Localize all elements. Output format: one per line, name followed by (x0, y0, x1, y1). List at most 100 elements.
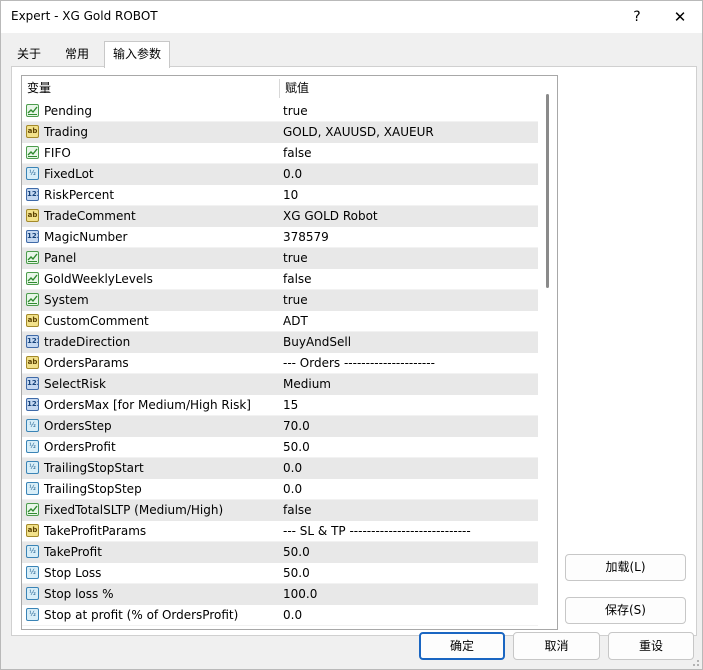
param-name: FixedTotalSLTP (Medium/High) (44, 503, 224, 517)
param-name: OrdersMax [for Medium/High Risk] (44, 398, 251, 412)
param-row[interactable]: ab Trading GOLD, XAUUSD, XAUEUR (22, 122, 538, 143)
resize-grip-icon[interactable] (690, 657, 700, 667)
param-value[interactable]: false (283, 500, 312, 521)
string-type-icon: ab (26, 524, 39, 537)
close-button[interactable]: ✕ (661, 3, 699, 31)
param-value[interactable]: 50.0 (283, 437, 310, 458)
param-name: System (44, 293, 89, 307)
param-row[interactable]: ½ Stop Loss 50.0 (22, 563, 538, 584)
string-type-icon: ab (26, 209, 39, 222)
param-name: OrdersProfit (44, 440, 116, 454)
param-name: TakeProfit (44, 545, 102, 559)
double-type-icon: ½ (26, 440, 39, 453)
param-row[interactable]: 123 tradeDirection BuyAndSell (22, 332, 538, 353)
param-value[interactable]: BuyAndSell (283, 332, 351, 353)
param-value[interactable]: 10 (283, 185, 298, 206)
param-row[interactable]: 123 SelectRisk Medium (22, 374, 538, 395)
vertical-scrollbar[interactable] (538, 76, 557, 629)
header-variable[interactable]: 变量 (22, 76, 279, 101)
param-value[interactable]: true (283, 248, 308, 269)
double-type-icon: ½ (26, 482, 39, 495)
param-row[interactable]: Pending true (22, 101, 538, 122)
save-button[interactable]: 保存(S) (565, 597, 686, 624)
param-row[interactable]: ½ OrdersStep 70.0 (22, 416, 538, 437)
boolean-type-icon (26, 251, 39, 264)
param-row[interactable]: Panel true (22, 248, 538, 269)
tab-about[interactable]: 关于 (12, 43, 46, 65)
boolean-type-icon (26, 146, 39, 159)
param-row[interactable]: FixedTotalSLTP (Medium/High) false (22, 500, 538, 521)
param-value[interactable]: 100.0 (283, 584, 317, 605)
double-type-icon: ½ (26, 461, 39, 474)
param-value[interactable]: 378579 (283, 227, 329, 248)
param-row[interactable]: ½ Stop at profit (% of OrdersProfit) 0.0 (22, 605, 538, 626)
param-row[interactable]: 123 OrdersMax [for Medium/High Risk] 15 (22, 395, 538, 416)
param-value[interactable]: --- SL & TP ---------------------------- (283, 521, 471, 542)
param-value[interactable]: ADT (283, 311, 308, 332)
cancel-button[interactable]: 取消 (513, 632, 600, 660)
load-button[interactable]: 加载(L) (565, 554, 686, 581)
param-row[interactable]: System true (22, 290, 538, 311)
param-row[interactable]: ½ TakeProfit 50.0 (22, 542, 538, 563)
param-row[interactable]: ½ Stop loss % 100.0 (22, 584, 538, 605)
param-name: GoldWeeklyLevels (44, 272, 153, 286)
param-name: TrailingStopStart (44, 461, 144, 475)
param-name: TakeProfitParams (44, 524, 147, 538)
header-value[interactable]: 赋值 (280, 76, 538, 101)
param-name: Trading (44, 125, 89, 139)
param-value[interactable]: false (283, 269, 312, 290)
title-bar: Expert - XG Gold ROBOT ? ✕ (1, 1, 702, 33)
grid-header: 变量 赋值 (22, 76, 538, 101)
tab-common[interactable]: 常用 (56, 43, 98, 65)
param-value[interactable]: --- Orders --------------------- (283, 353, 435, 374)
param-value[interactable]: true (283, 101, 308, 122)
param-value[interactable]: 50.0 (283, 542, 310, 563)
param-row[interactable]: ab TradeComment XG GOLD Robot (22, 206, 538, 227)
param-name: RiskPercent (44, 188, 115, 202)
param-row[interactable]: 123 MagicNumber 378579 (22, 227, 538, 248)
param-value[interactable]: 50.0 (283, 563, 310, 584)
param-row[interactable]: ½ OrdersProfit 50.0 (22, 437, 538, 458)
boolean-type-icon (26, 272, 39, 285)
param-row[interactable]: FIFO false (22, 143, 538, 164)
integer-type-icon: 123 (26, 377, 39, 390)
param-row[interactable]: ab OrdersParams --- Orders ---------------… (22, 353, 538, 374)
param-name: Pending (44, 104, 92, 118)
help-button[interactable]: ? (619, 3, 655, 31)
param-value[interactable]: true (283, 290, 308, 311)
param-name: Stop at profit (% of OrdersProfit) (44, 608, 239, 622)
param-row[interactable]: ½ FixedLot 0.0 (22, 164, 538, 185)
param-name: OrdersStep (44, 419, 112, 433)
param-row[interactable]: ab CustomComment ADT (22, 311, 538, 332)
param-row[interactable]: ab TakeProfitParams --- SL & TP ----------… (22, 521, 538, 542)
param-name: SelectRisk (44, 377, 106, 391)
param-value[interactable]: 0.0 (283, 605, 302, 626)
param-value[interactable]: 0.0 (283, 479, 302, 500)
param-name: TradeComment (44, 209, 136, 223)
param-row[interactable]: GoldWeeklyLevels false (22, 269, 538, 290)
string-type-icon: ab (26, 356, 39, 369)
scrollbar-thumb[interactable] (546, 94, 549, 288)
param-value[interactable]: XG GOLD Robot (283, 206, 378, 227)
string-type-icon: ab (26, 125, 39, 138)
param-value[interactable]: GOLD, XAUUSD, XAUEUR (283, 122, 434, 143)
param-row[interactable]: ½ TrailingStopStart 0.0 (22, 458, 538, 479)
param-name: MagicNumber (44, 230, 128, 244)
param-name: CustomComment (44, 314, 149, 328)
double-type-icon: ½ (26, 566, 39, 579)
param-value[interactable]: 70.0 (283, 416, 310, 437)
param-value[interactable]: 15 (283, 395, 298, 416)
integer-type-icon: 123 (26, 188, 39, 201)
param-value[interactable]: 0.0 (283, 164, 302, 185)
param-row[interactable]: ½ TrailingStopStep 0.0 (22, 479, 538, 500)
param-row[interactable]: 123 RiskPercent 10 (22, 185, 538, 206)
param-value[interactable]: false (283, 143, 312, 164)
grid-rows: Pending true ab Trading GOLD, XAUUSD, XAUEUR… (22, 101, 538, 626)
param-value[interactable]: 0.0 (283, 458, 302, 479)
ok-button[interactable]: 确定 (419, 632, 505, 660)
tab-inputs[interactable]: 输入参数 (104, 41, 170, 68)
param-value[interactable]: Medium (283, 374, 331, 395)
double-type-icon: ½ (26, 608, 39, 621)
param-name: FIFO (44, 146, 71, 160)
reset-button[interactable]: 重设 (608, 632, 694, 660)
